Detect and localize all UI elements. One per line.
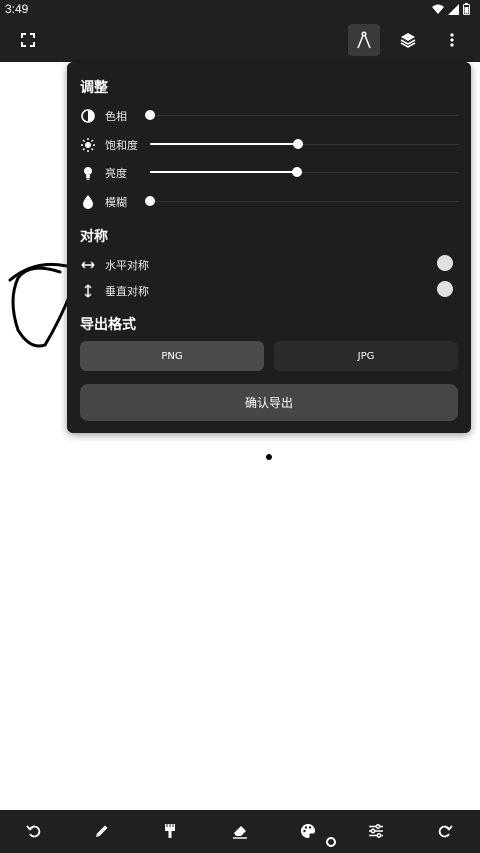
eraser-icon bbox=[233, 826, 247, 839]
pencil-tool-button[interactable] bbox=[92, 821, 112, 841]
vertical-symmetry-label: 垂直对称 bbox=[105, 285, 149, 298]
eraser-tool-button[interactable] bbox=[230, 821, 250, 841]
horizontal-arrows-icon bbox=[81, 261, 95, 269]
vertical-arrows-icon bbox=[84, 284, 92, 298]
export-format-title: 导出格式 bbox=[80, 317, 136, 333]
more-options-button[interactable] bbox=[436, 24, 468, 56]
blur-label: 模糊 bbox=[105, 196, 127, 209]
adjust-row-blur: 模糊 bbox=[80, 191, 459, 213]
redo-button[interactable] bbox=[435, 821, 455, 841]
lightbulb-icon bbox=[84, 167, 92, 180]
brightness-slider-fill bbox=[150, 171, 297, 173]
horizontal-symmetry-toggle[interactable] bbox=[437, 255, 453, 271]
blur-slider-track[interactable] bbox=[150, 201, 459, 202]
more-vert-icon bbox=[450, 33, 454, 47]
vertical-symmetry-toggle[interactable] bbox=[437, 281, 453, 297]
home-indicator[interactable] bbox=[326, 837, 336, 847]
symmetry-section-title: 对称 bbox=[80, 229, 108, 245]
hue-label: 色相 bbox=[105, 110, 127, 123]
palette-button[interactable] bbox=[298, 821, 318, 841]
adjust-sliders-button[interactable] bbox=[366, 821, 386, 841]
brush-icon bbox=[165, 824, 175, 838]
signal-icon bbox=[448, 3, 459, 15]
drop-icon bbox=[83, 195, 93, 209]
horizontal-symmetry-row[interactable]: 水平对称 bbox=[80, 254, 459, 276]
saturation-label: 饱和度 bbox=[105, 139, 138, 152]
format-jpg-button[interactable]: JPG bbox=[274, 341, 458, 371]
battery-icon bbox=[463, 3, 470, 15]
brightness-slider-thumb[interactable] bbox=[292, 167, 302, 177]
adjust-row-saturation: 饱和度 bbox=[80, 134, 459, 156]
undo-icon bbox=[26, 825, 41, 838]
saturation-slider-thumb[interactable] bbox=[293, 139, 303, 149]
adjust-section-title: 调整 bbox=[80, 80, 108, 96]
hue-slider-track[interactable] bbox=[150, 115, 459, 116]
contrast-icon bbox=[81, 109, 95, 123]
wifi-icon bbox=[432, 4, 444, 14]
status-time: 3:49 bbox=[5, 2, 29, 16]
brush-cursor-dot bbox=[266, 454, 272, 460]
app-toolbar bbox=[0, 19, 480, 62]
bottom-toolbar bbox=[0, 810, 480, 853]
compass-button[interactable] bbox=[348, 24, 380, 56]
horizontal-symmetry-label: 水平对称 bbox=[105, 259, 149, 272]
sliders-icon bbox=[369, 824, 383, 838]
undo-button[interactable] bbox=[24, 821, 44, 841]
confirm-export-button[interactable]: 确认导出 bbox=[80, 384, 458, 421]
layers-icon bbox=[400, 33, 416, 48]
blur-slider-thumb[interactable] bbox=[145, 196, 155, 206]
format-png-button[interactable]: PNG bbox=[80, 341, 264, 371]
sun-icon bbox=[81, 138, 95, 152]
status-icons bbox=[432, 3, 470, 15]
compass-icon bbox=[357, 31, 371, 49]
fullscreen-icon bbox=[21, 33, 35, 47]
redo-icon bbox=[438, 825, 453, 838]
brush-tool-button[interactable] bbox=[160, 821, 180, 841]
pencil-icon bbox=[96, 825, 108, 837]
saturation-slider-fill bbox=[150, 143, 298, 145]
adjust-row-hue: 色相 bbox=[80, 105, 459, 127]
vertical-symmetry-row[interactable]: 垂直对称 bbox=[80, 280, 459, 302]
fullscreen-button[interactable] bbox=[12, 24, 44, 56]
adjust-row-brightness: 亮度 bbox=[80, 162, 459, 184]
brightness-label: 亮度 bbox=[105, 167, 127, 180]
settings-panel: 调整 色相 饱和度 亮度 模糊 对称 水平对称 垂直对称 导出格式 PNG JP… bbox=[67, 62, 471, 433]
hue-slider-thumb[interactable] bbox=[145, 110, 155, 120]
status-bar: 3:49 bbox=[0, 0, 480, 19]
layers-button[interactable] bbox=[392, 24, 424, 56]
palette-icon bbox=[301, 824, 315, 838]
